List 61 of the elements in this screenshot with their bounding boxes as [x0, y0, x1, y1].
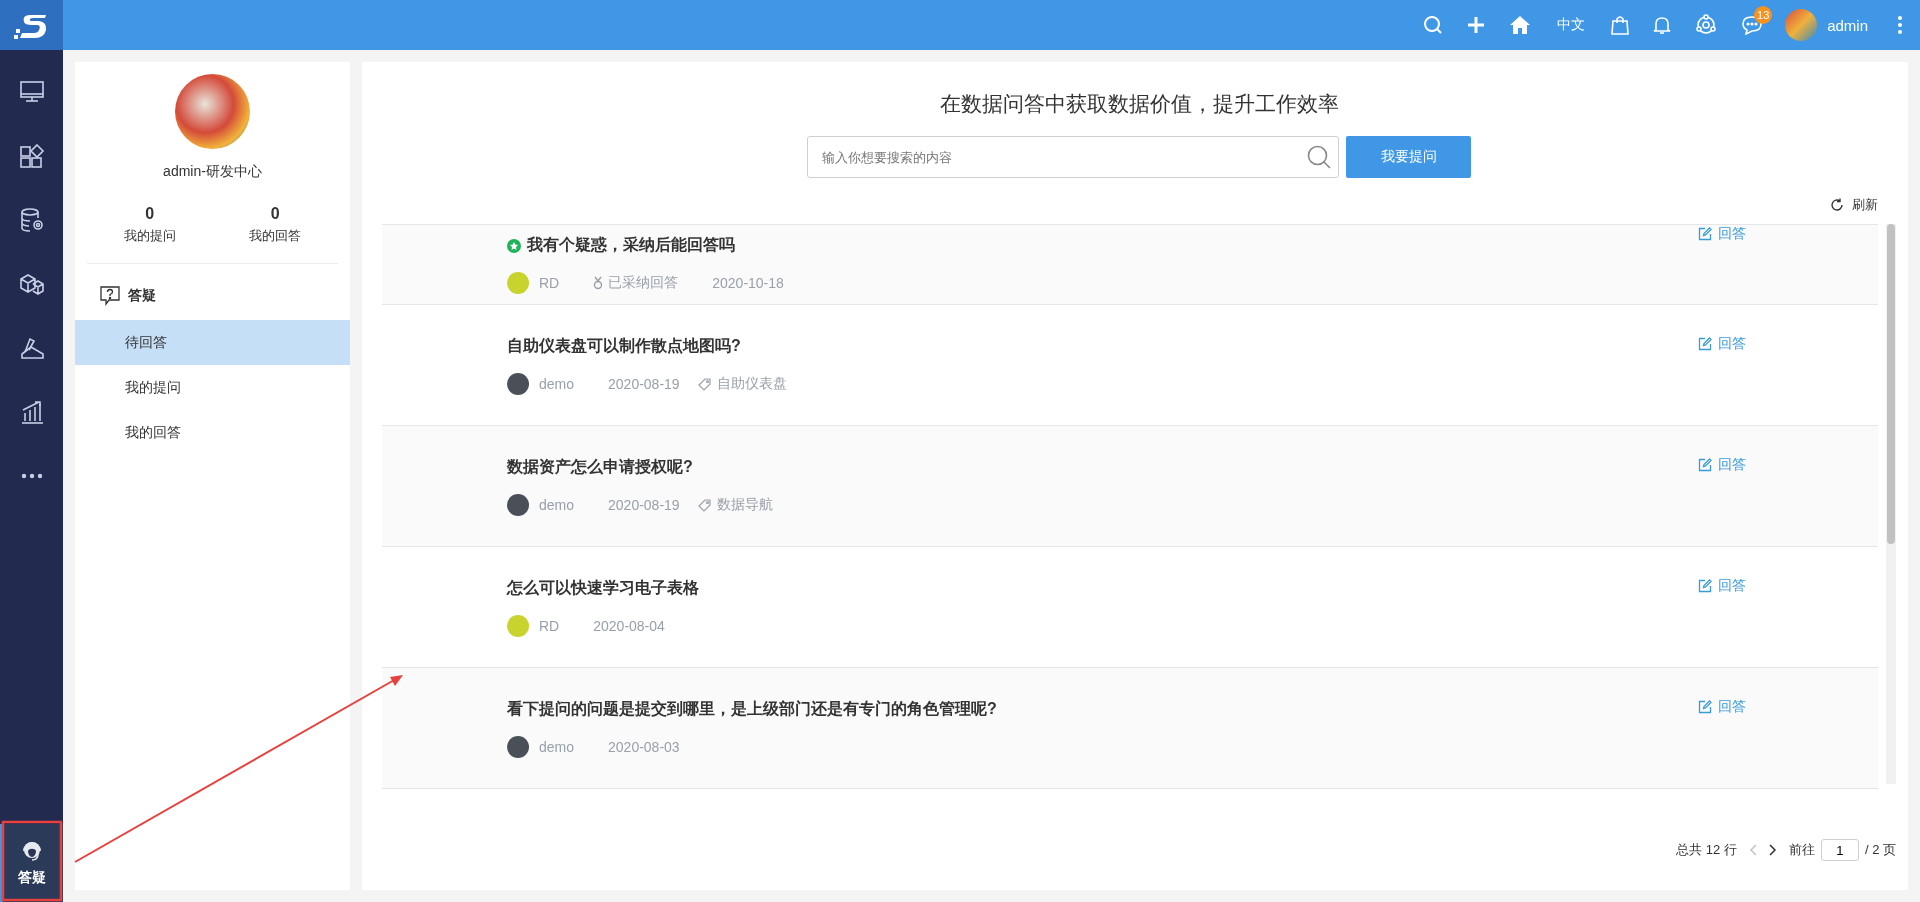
adopted-status: 已采纳回答 — [608, 274, 679, 292]
edit-icon — [1698, 700, 1712, 714]
more-icon — [20, 473, 43, 479]
question-title[interactable]: 看下提问的问题是提交到哪里，是上级部门还是有专门的角色管理呢? — [507, 698, 997, 720]
user-avatar[interactable] — [1785, 9, 1818, 41]
question-icon — [100, 286, 120, 306]
more-vertical-icon[interactable] — [1898, 16, 1902, 34]
question-date: 2020-08-19 — [608, 496, 680, 513]
search-field[interactable]: 输入你想要搜索的内容 — [807, 136, 1339, 178]
stat-label: 我的回答 — [249, 227, 302, 245]
bell-icon[interactable] — [1653, 15, 1672, 35]
refresh-button[interactable]: 刷新 — [1830, 196, 1878, 214]
menu-title: 答疑 — [128, 287, 156, 305]
refresh-icon — [1830, 198, 1844, 212]
question-date: 2020-08-03 — [608, 738, 680, 755]
profile-name: admin-研发中心 — [162, 163, 263, 181]
scrollbar[interactable] — [1886, 224, 1896, 784]
search-icon[interactable] — [1423, 15, 1444, 35]
nav-item[interactable]: 答疑 — [0, 824, 63, 902]
next-page-button[interactable] — [1768, 844, 1777, 856]
stat-label: 我的提问 — [123, 227, 176, 245]
monitor-icon — [18, 79, 45, 105]
edit-icon — [1698, 337, 1712, 351]
question-title[interactable]: 数据资产怎么申请授权呢? — [507, 456, 693, 478]
user-name: RD — [539, 275, 560, 291]
question-title[interactable]: 怎么可以快速学习电子表格 — [507, 577, 699, 599]
user-name: demo — [539, 375, 575, 392]
plus-icon[interactable] — [1467, 16, 1486, 34]
menu-item[interactable]: 我的提问 — [75, 365, 350, 410]
menu-item[interactable]: 待回答 — [75, 320, 350, 365]
tag-icon — [697, 497, 712, 512]
orbit-icon[interactable] — [1695, 14, 1718, 36]
edit-icon — [1698, 458, 1712, 472]
user-name: RD — [539, 617, 560, 634]
stat-value: 0 — [145, 205, 155, 223]
page-heading: 在数据问答中获取数据价值，提升工作效率 — [938, 91, 1340, 117]
page-input[interactable]: 1 — [1820, 839, 1859, 861]
edit-icon — [1698, 579, 1712, 593]
question-title[interactable]: 我有个疑惑，采纳后能回答吗 — [527, 235, 735, 256]
user-name: demo — [539, 496, 575, 513]
design-tool-icon — [18, 335, 45, 361]
question-title[interactable]: 自助仪表盘可以制作散点地图吗? — [507, 335, 741, 357]
question-date: 2020-08-04 — [593, 617, 665, 634]
notification-badge: 13 — [1754, 6, 1773, 24]
total-count: 总共 12 行 — [1676, 841, 1737, 859]
menu-item[interactable]: 我的回答 — [75, 410, 350, 455]
question-date: 2020-08-19 — [608, 375, 680, 392]
user-name: demo — [539, 738, 575, 755]
database-gear-icon — [18, 207, 45, 233]
search-icon[interactable] — [1307, 145, 1331, 169]
question-date: 2020-10-18 — [712, 275, 784, 291]
edit-icon — [1698, 227, 1712, 241]
page-count: / 2 页 — [1864, 841, 1896, 859]
stat-value: 0 — [270, 205, 280, 223]
apps-icon — [18, 143, 45, 169]
cubes-icon — [18, 271, 45, 297]
home-icon[interactable] — [1509, 15, 1532, 35]
shopping-bag-icon[interactable] — [1611, 15, 1630, 35]
tag-icon — [697, 376, 712, 391]
medal-icon — [593, 276, 604, 290]
goto-label: 前往 — [1788, 841, 1815, 859]
